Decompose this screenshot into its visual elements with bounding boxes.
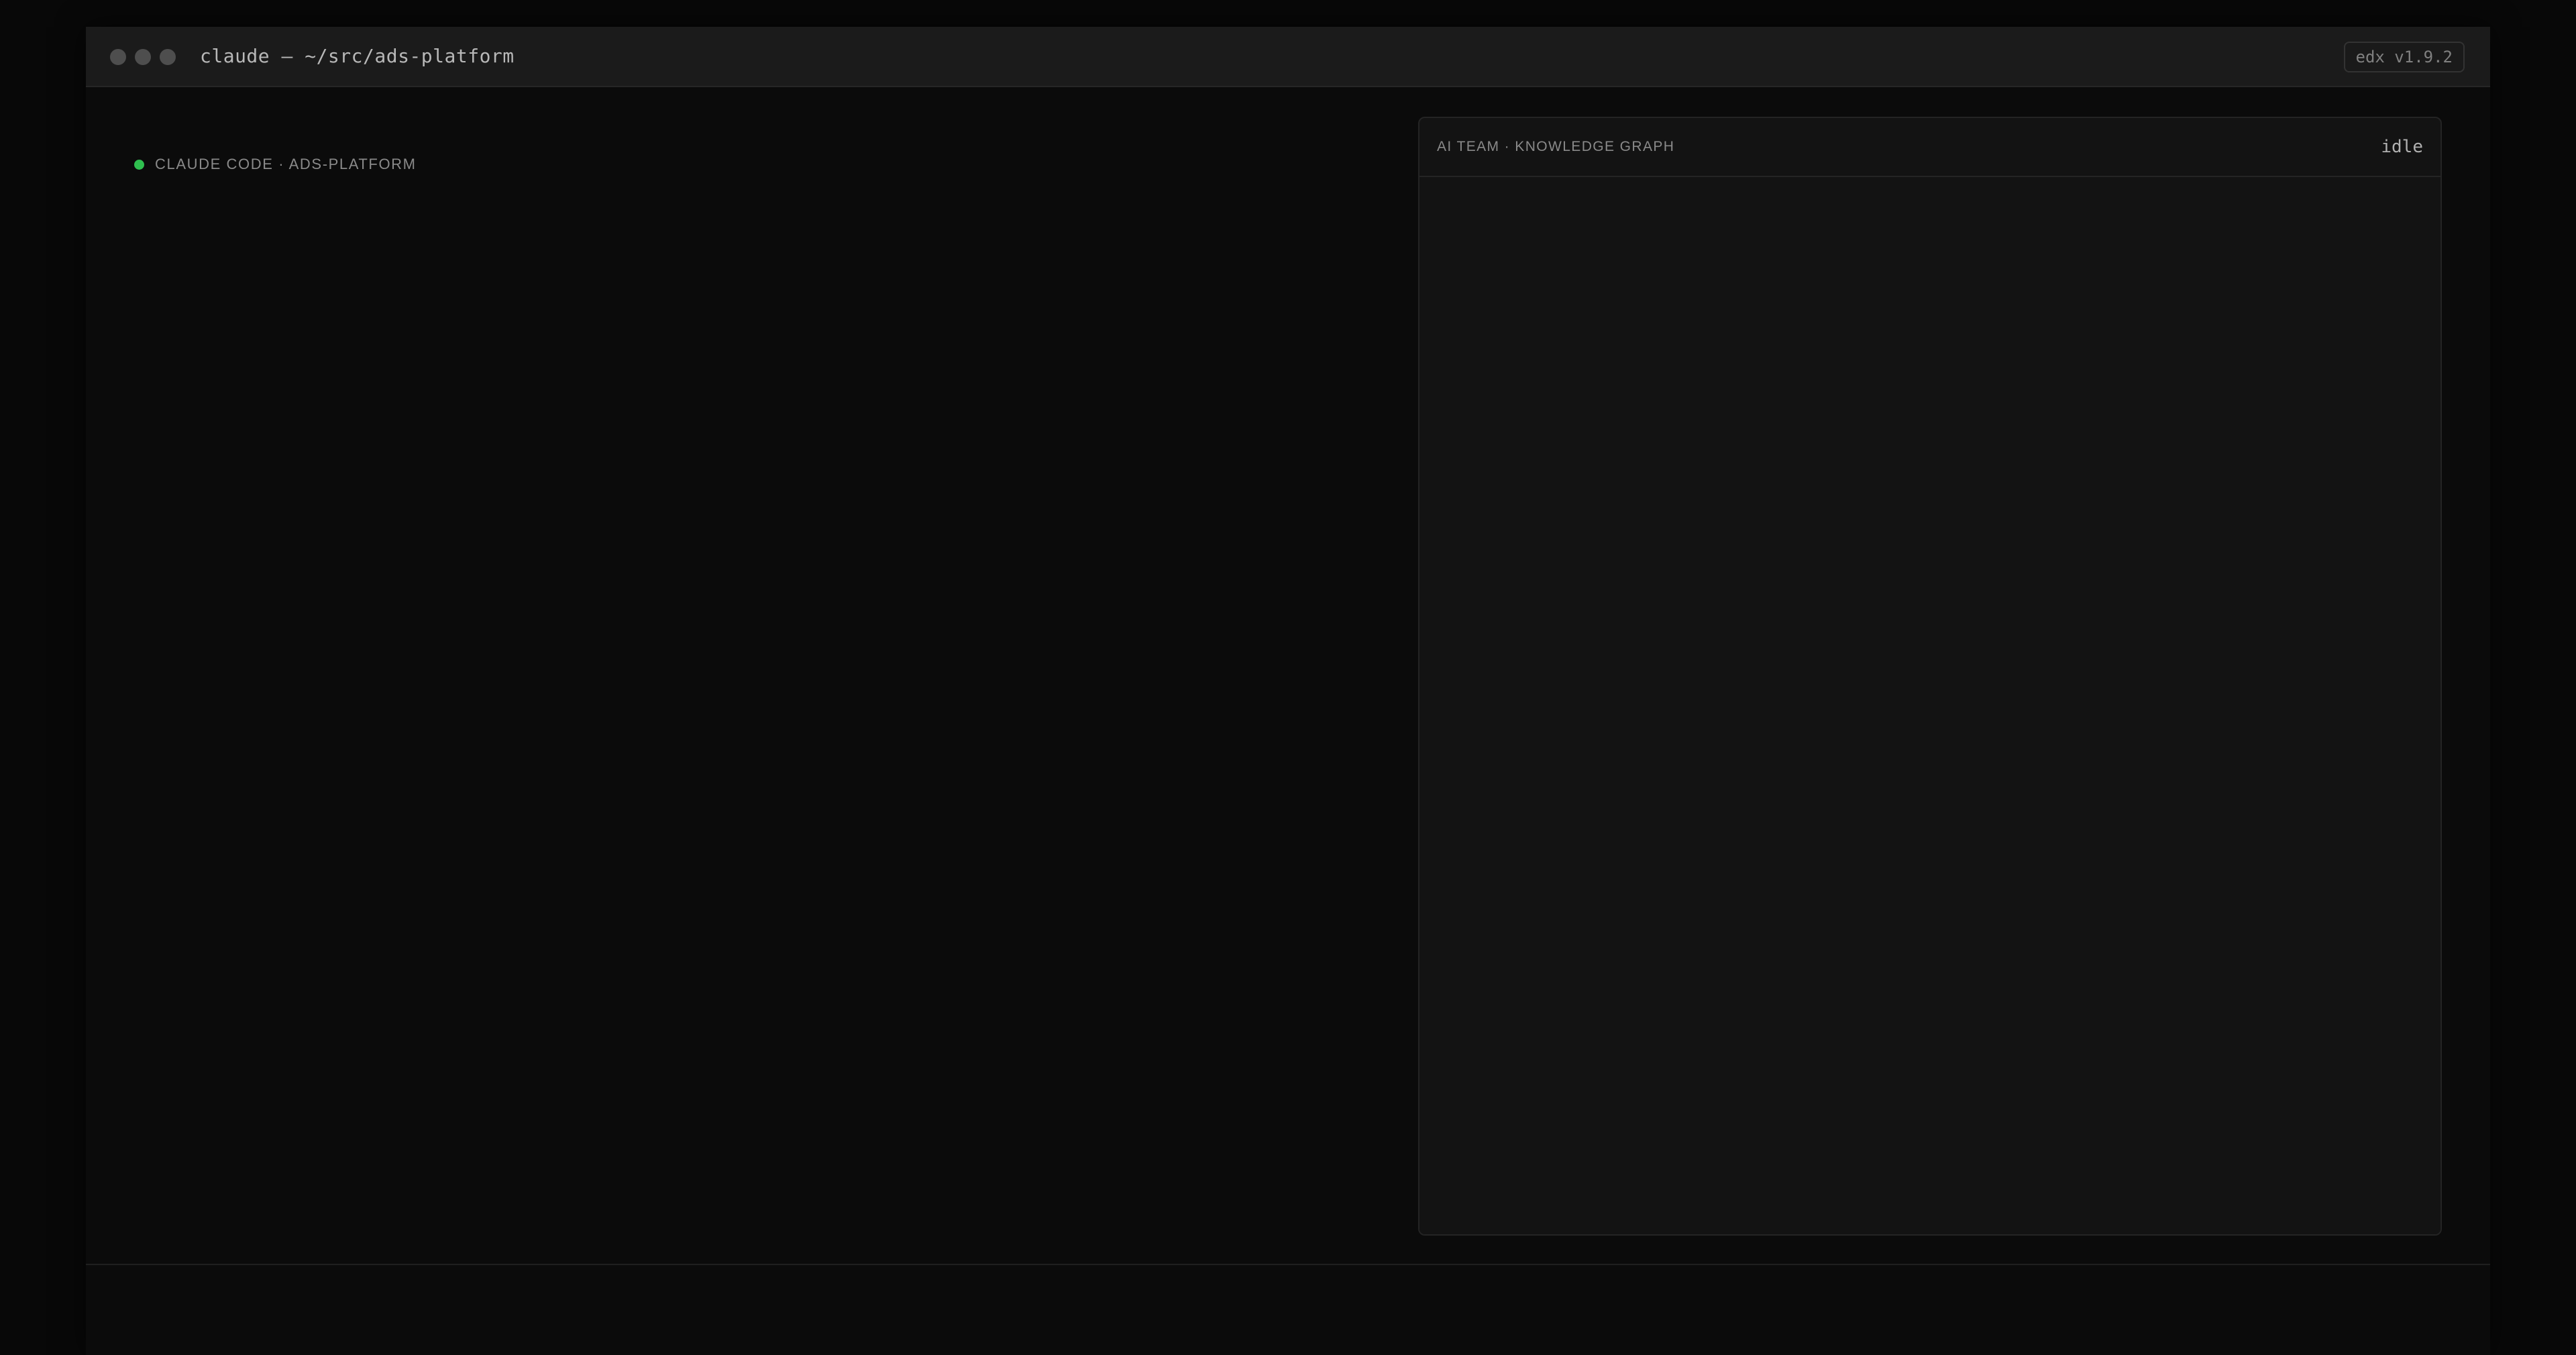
zoom-button-icon[interactable] xyxy=(160,49,176,65)
knowledge-graph-canvas[interactable] xyxy=(1419,177,2440,1234)
session-label-text: CLAUDE CODE · ADS-PLATFORM xyxy=(155,156,417,172)
window-title: claude — ~/src/ads-platform xyxy=(200,45,515,67)
knowledge-graph-panel: AI TEAM · KNOWLEDGE GRAPH idle xyxy=(1418,117,2442,1236)
bottom-input-area[interactable] xyxy=(86,1264,2490,1355)
panel-status: idle xyxy=(2381,137,2423,157)
version-badge: edx v1.9.2 xyxy=(2343,42,2465,72)
session-label: CLAUDE CODE · ADS-PLATFORM xyxy=(134,154,417,174)
panel-title: AI TEAM · KNOWLEDGE GRAPH xyxy=(1437,139,1675,154)
terminal-window: claude — ~/src/ads-platform edx v1.9.2 C… xyxy=(86,27,2490,1355)
title-bar[interactable]: claude — ~/src/ads-platform edx v1.9.2 xyxy=(86,27,2490,87)
close-button-icon[interactable] xyxy=(110,49,126,65)
main-content: CLAUDE CODE · ADS-PLATFORM AI TEAM · KNO… xyxy=(86,87,2490,1264)
minimize-button-icon[interactable] xyxy=(135,49,151,65)
status-dot-icon xyxy=(134,159,144,170)
panel-header: AI TEAM · KNOWLEDGE GRAPH idle xyxy=(1419,118,2440,177)
